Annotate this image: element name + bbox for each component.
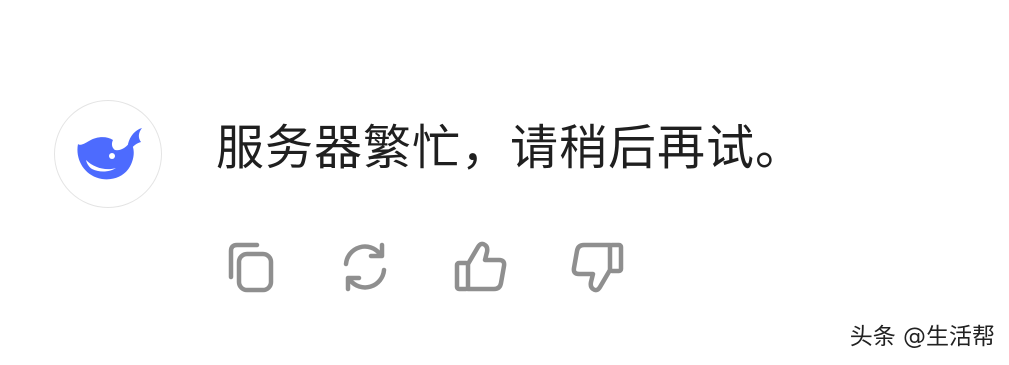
regenerate-icon bbox=[343, 242, 387, 292]
assistant-message: 服务器繁忙，请稍后再试。 bbox=[216, 120, 805, 176]
thumbs-down-icon bbox=[571, 242, 624, 293]
message-action-bar bbox=[214, 232, 632, 302]
thumbs-up-icon bbox=[454, 241, 507, 292]
like-button[interactable] bbox=[446, 232, 516, 302]
regenerate-button[interactable] bbox=[330, 232, 400, 302]
copy-button[interactable] bbox=[214, 232, 284, 302]
assistant-avatar bbox=[54, 100, 162, 208]
copy-icon bbox=[228, 242, 274, 293]
dislike-button[interactable] bbox=[562, 232, 632, 302]
watermark-text: 头条 @生活帮 bbox=[849, 324, 995, 350]
whale-logo-icon bbox=[77, 128, 142, 180]
